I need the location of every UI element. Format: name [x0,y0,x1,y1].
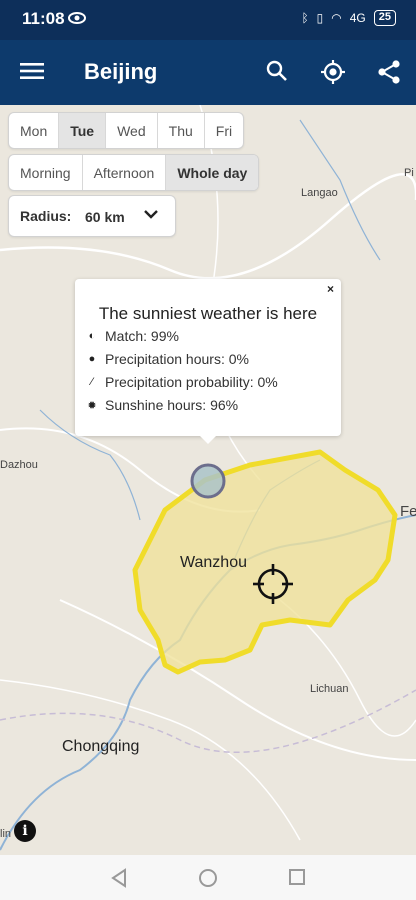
home-icon[interactable] [198,868,218,888]
period-option-morning[interactable]: Morning [9,155,83,190]
map-label-chongqing: Chongqing [62,738,140,755]
popup-title: The sunniest weather is here [98,304,318,323]
sunniest-weather-popup: × The sunniest weather is here ◐ Match: … [75,279,341,444]
map-label-pi: Pi [404,167,414,179]
map-label-wanzhou: Wanzhou [180,554,247,571]
radius-label: Radius: [20,208,72,224]
period-option-afternoon[interactable]: Afternoon [83,155,167,190]
chevron-down-icon [144,210,158,219]
back-icon[interactable] [110,868,128,888]
popup-row-text: Match: 99% [105,328,179,344]
eye-icon [68,12,86,24]
status-icons: ᛒ ▯ ◠ 4G 25 [301,10,396,26]
map-label-dazhou: Dazhou [0,459,38,471]
wifi-icon: ◠ [331,11,342,25]
recents-icon[interactable] [288,868,306,886]
info-button[interactable]: i [14,820,36,842]
map-label-lichuan: Lichuan [310,683,349,695]
battery-icon: 25 [373,10,396,26]
status-bar: 11:08 ᛒ ▯ ◠ 4G 25 [0,0,416,40]
match-icon: ◐ [88,330,96,342]
day-option-tue[interactable]: Tue [59,113,107,148]
radius-dropdown[interactable]: Radius: 60 km [8,195,176,237]
sun-icon: ✹ [87,399,97,412]
day-option-fri[interactable]: Fri [205,113,243,148]
app-bar: Beijing [0,40,416,105]
map-label-langao: Langao [301,187,338,199]
search-icon[interactable] [265,59,289,83]
vibrate-icon: ▯ [316,11,324,25]
page-title: Beijing [84,59,158,84]
day-option-wed[interactable]: Wed [106,113,158,148]
share-icon[interactable] [377,59,401,85]
drop-icon: ● [88,353,96,365]
status-time: 11:08 [22,9,65,28]
popup-tail [198,434,218,444]
popup-row-text: Sunshine hours: 96% [105,397,239,413]
day-selector: Mon Tue Wed Thu Fri [8,112,245,149]
popup-close-button[interactable]: × [327,282,334,296]
rain-icon: ⁄ [91,376,93,388]
radius-value: 60 km [85,209,125,225]
signal-label: 4G [349,11,366,25]
popup-row-text: Precipitation probability: 0% [105,374,278,390]
bluetooth-icon: ᛒ [301,11,309,25]
map-label-fe: Fe [400,503,416,520]
popup-row-precip-probability: ⁄ Precipitation probability: 0% [85,374,278,390]
day-option-thu[interactable]: Thu [158,113,205,148]
gps-locate-icon[interactable] [320,59,346,85]
period-option-whole-day[interactable]: Whole day [166,155,259,190]
popup-row-precip-hours: ● Precipitation hours: 0% [85,351,249,367]
period-selector: Morning Afternoon Whole day [8,154,260,191]
popup-row-text: Precipitation hours: 0% [105,351,249,367]
popup-row-sunshine: ✹ Sunshine hours: 96% [85,397,238,413]
menu-icon[interactable] [20,62,44,80]
day-option-mon[interactable]: Mon [9,113,60,148]
map-label-lin: lin [0,828,12,840]
popup-row-match: ◐ Match: 99% [85,328,179,344]
system-nav-bar [0,855,416,900]
